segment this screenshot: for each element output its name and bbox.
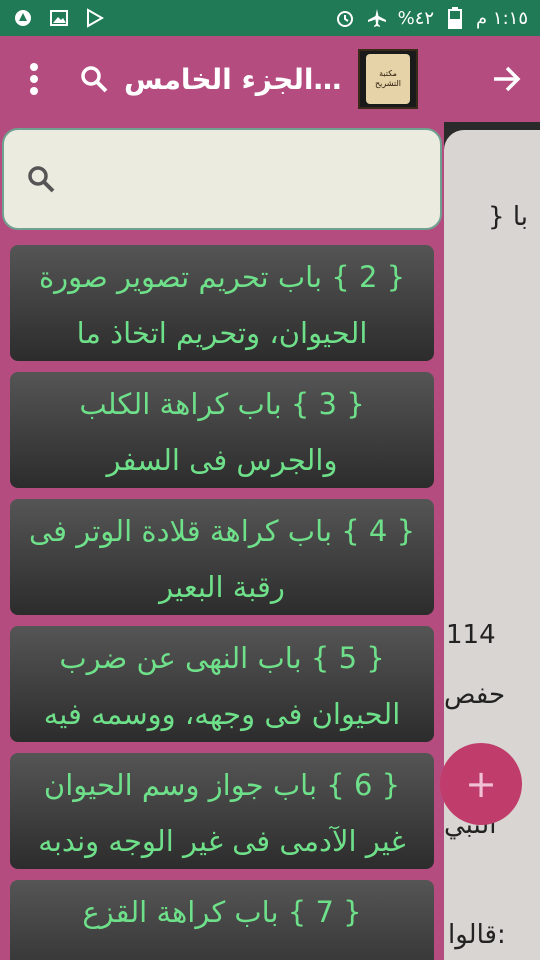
app-logo: مكتبة التشريح xyxy=(358,49,418,109)
navigation-drawer: { 2 } باب تحريم تصوير صورة الحيوان، وتحر… xyxy=(0,122,444,960)
chapter-title-line1: { 6 } باب جواز وسم الحيوان xyxy=(43,768,401,802)
app-notification-icon xyxy=(12,7,34,29)
bg-text-1: } با xyxy=(488,202,528,232)
content-page: } با 114 حفص النبي قالوا: xyxy=(444,130,540,960)
back-button[interactable] xyxy=(484,57,528,101)
chapter-title-line1: { 2 } باب تحريم تصوير صورة xyxy=(38,260,406,294)
status-left xyxy=(12,7,106,29)
chapter-title-line2: الحيوان فى وجهه، ووسمه فيه xyxy=(43,697,401,731)
bg-text-2: 114 xyxy=(446,620,496,650)
plus-icon: + xyxy=(465,762,497,806)
drawer-search-box[interactable] xyxy=(2,128,442,230)
chapter-item-3[interactable]: { 3 } باب كراهة الكلب والجرس فى السفر xyxy=(10,372,434,488)
app-bar: الجزء الخامس... مكتبة التشريح xyxy=(0,36,540,122)
page-title: الجزء الخامس... xyxy=(124,62,344,96)
logo-scroll: مكتبة التشريح xyxy=(366,54,410,104)
arrow-forward-icon xyxy=(494,66,521,92)
search-icon xyxy=(28,166,55,193)
search-button[interactable] xyxy=(72,57,116,101)
status-bar: %٤٢ ١:١٥ م xyxy=(0,0,540,36)
chapter-item-6[interactable]: { 6 } باب جواز وسم الحيوان غير الآدمى فى… xyxy=(10,753,434,869)
chapter-item-2[interactable]: { 2 } باب تحريم تصوير صورة الحيوان، وتحر… xyxy=(10,245,434,361)
chapter-title-line2: والجرس فى السفر xyxy=(106,443,338,477)
battery-icon xyxy=(444,7,466,29)
chapter-title-line1: { 5 } باب النهى عن ضرب xyxy=(59,641,385,675)
search-icon xyxy=(81,66,108,93)
chapter-title-line2: الحيوان، وتحريم اتخاذ ما xyxy=(76,316,368,350)
airplane-icon xyxy=(366,7,388,29)
search-input[interactable] xyxy=(56,158,440,200)
chapter-item-7[interactable]: { 7 } باب كراهة القزع xyxy=(10,880,434,960)
battery-percent: %٤٢ xyxy=(397,7,435,29)
bg-text-5: قالوا: xyxy=(448,920,506,950)
chapter-title-line1: { 4 } باب كراهة قلادة الوتر فى xyxy=(28,514,416,548)
chapter-item-4[interactable]: { 4 } باب كراهة قلادة الوتر فى رقبة البع… xyxy=(10,499,434,615)
more-vert-icon xyxy=(30,63,38,95)
status-right: %٤٢ ١:١٥ م xyxy=(334,7,528,29)
play-store-icon xyxy=(84,7,106,29)
more-options-button[interactable] xyxy=(12,57,56,101)
chapter-title-line1: { 3 } باب كراهة الكلب xyxy=(79,387,365,421)
status-time: ١:١٥ م xyxy=(476,7,528,29)
alarm-icon xyxy=(334,7,356,29)
image-icon xyxy=(48,7,70,29)
add-fab-button[interactable]: + xyxy=(440,743,522,825)
chapter-item-5[interactable]: { 5 } باب النهى عن ضرب الحيوان فى وجهه، … xyxy=(10,626,434,742)
chapter-title-line2: { 7 } باب كراهة القزع xyxy=(82,895,362,929)
chapter-title-line2: غير الآدمى فى غير الوجه وندبه xyxy=(38,824,406,858)
chapter-title-line2: رقبة البعير xyxy=(159,570,285,604)
bg-text-3: حفص xyxy=(444,680,506,710)
